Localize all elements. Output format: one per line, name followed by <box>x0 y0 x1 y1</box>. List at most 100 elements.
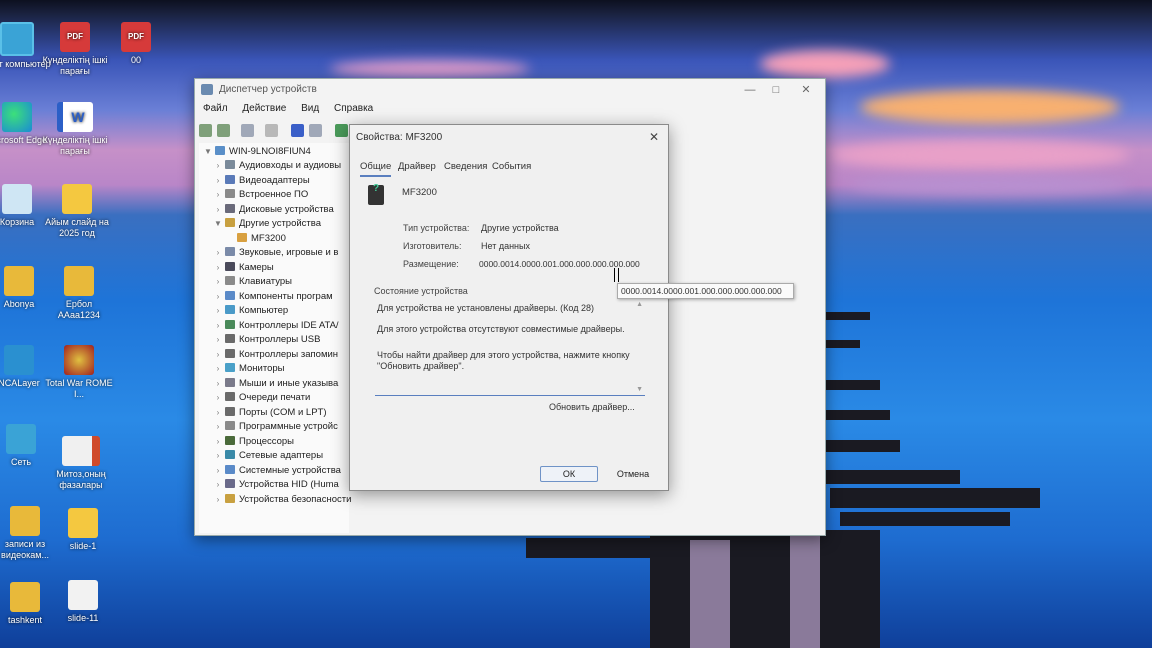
chevron-right-icon[interactable]: › <box>213 391 223 405</box>
menu-help[interactable]: Справка <box>334 103 373 114</box>
chevron-right-icon[interactable]: › <box>213 377 223 391</box>
chevron-right-icon[interactable]: › <box>213 319 223 333</box>
tab-driver[interactable]: Драйвер <box>398 159 436 175</box>
tree-root[interactable]: ▼ WIN-9LNOI8FIUN4 <box>203 145 353 159</box>
show-hide-icon[interactable] <box>265 124 278 137</box>
tree-category[interactable]: › Процессоры <box>213 435 363 449</box>
folder-icon <box>64 266 94 296</box>
tree-category[interactable]: ▼ Другие устройства <box>213 217 363 231</box>
chevron-right-icon[interactable]: › <box>213 406 223 420</box>
cancel-button[interactable]: Отмена <box>604 466 662 482</box>
minimize-button[interactable]: — <box>737 81 763 99</box>
desktop-icon-slide-2025[interactable]: Айым слайд на 2025 год <box>42 184 112 239</box>
desktop-icon-pdf-00[interactable]: PDF 00 <box>101 22 171 66</box>
tree-root-label: WIN-9LNOI8FIUN4 <box>229 146 311 157</box>
chevron-right-icon[interactable]: › <box>213 333 223 347</box>
forward-icon[interactable] <box>217 124 230 137</box>
tree-item-label: Устройства безопасности <box>239 493 352 505</box>
chevron-right-icon[interactable]: › <box>213 188 223 202</box>
tree-category[interactable]: › Устройства безопасности <box>213 493 363 507</box>
chevron-right-icon[interactable]: › <box>213 174 223 188</box>
menu-action[interactable]: Действие <box>242 103 286 114</box>
chevron-right-icon[interactable]: › <box>213 449 223 463</box>
chevron-down-icon[interactable]: ▼ <box>203 145 213 159</box>
tree-category[interactable]: › Контроллеры USB <box>213 333 363 347</box>
close-icon[interactable]: ✕ <box>646 129 662 145</box>
desktop-icon-erbol[interactable]: Ербол ААаа1234 <box>44 266 114 321</box>
properties-icon[interactable] <box>241 124 254 137</box>
menu-view[interactable]: Вид <box>301 103 319 114</box>
tree-category[interactable]: › Встроенное ПО <box>213 188 363 202</box>
tree-item-label: Аудиовходы и аудиовы <box>239 160 342 171</box>
chevron-right-icon[interactable]: › <box>213 290 223 304</box>
tree-category[interactable]: › Мыши и иные указыва <box>213 377 363 391</box>
tree-category[interactable]: › Звуковые, игровые и в <box>213 246 363 260</box>
chevron-right-icon[interactable]: › <box>213 246 223 260</box>
tree-category[interactable]: › Дисковые устройства <box>213 203 363 217</box>
update-driver-button[interactable]: Обновить драйвер... <box>543 400 641 414</box>
category-icon <box>225 450 235 459</box>
close-button[interactable]: ✕ <box>793 81 819 99</box>
desktop-icon-slide-1[interactable]: slide-1 <box>48 508 118 552</box>
chevron-right-icon[interactable]: › <box>213 478 223 492</box>
category-icon <box>225 406 235 416</box>
chevron-right-icon[interactable]: › <box>213 304 223 318</box>
cloud <box>330 60 530 78</box>
tree-item-label: Компьютер <box>239 305 289 316</box>
back-icon[interactable] <box>199 124 212 137</box>
desktop-icon-pdf[interactable]: PDF Күнделіктің ішкі парағы <box>40 22 110 77</box>
tree-item-label: Звуковые, игровые и в <box>239 247 339 258</box>
tree-category[interactable]: › Устройства HID (Huma <box>213 478 363 492</box>
tree-category[interactable]: › Программные устройс <box>213 420 363 434</box>
window-title: Диспетчер устройств <box>219 84 317 95</box>
category-icon <box>225 435 235 445</box>
computer-icon <box>215 146 225 155</box>
tree-category[interactable]: › Компоненты програм <box>213 290 363 304</box>
pier-beam <box>820 470 960 484</box>
cloud <box>760 50 890 78</box>
title-bar[interactable]: Диспетчер устройств — □ ✕ <box>195 79 825 101</box>
tree-category[interactable]: › Клавиатуры <box>213 275 363 289</box>
tab-events[interactable]: События <box>492 159 531 175</box>
tab-details[interactable]: Сведения <box>444 159 487 175</box>
tree-category[interactable]: › Компьютер <box>213 304 363 318</box>
tree-category[interactable]: › Системные устройства <box>213 464 363 478</box>
scroll-down-icon[interactable]: ▼ <box>636 386 643 393</box>
chevron-right-icon[interactable]: › <box>213 261 223 275</box>
tree-category[interactable]: › Аудиовходы и аудиовы <box>213 159 363 173</box>
chevron-right-icon[interactable]: › <box>213 435 223 449</box>
tree-category[interactable]: › Камеры <box>213 261 363 275</box>
pier-beam <box>820 340 860 348</box>
maximize-button[interactable]: □ <box>763 81 789 99</box>
tab-general[interactable]: Общие <box>360 159 392 177</box>
chevron-right-icon[interactable]: › <box>213 464 223 478</box>
tree-category[interactable]: › Сетевые адаптеры <box>213 449 363 463</box>
scan-icon[interactable] <box>335 124 348 137</box>
desktop-icon-word[interactable]: W Күнделіктің ішкі парағы <box>40 102 110 157</box>
category-icon <box>225 421 235 430</box>
tree-category[interactable]: › Порты (COM и LPT) <box>213 406 363 420</box>
chevron-right-icon[interactable]: › <box>213 275 223 289</box>
help-icon[interactable] <box>291 124 304 137</box>
chevron-right-icon[interactable]: › <box>213 203 223 217</box>
ok-button[interactable]: ОК <box>540 466 598 482</box>
status-textbox[interactable]: Для устройства не установлены драйверы. … <box>375 301 645 396</box>
chevron-right-icon[interactable]: › <box>213 493 223 507</box>
view-icon[interactable] <box>309 124 322 137</box>
tree-category[interactable]: › Видеоадаптеры <box>213 174 363 188</box>
chevron-right-icon[interactable]: › <box>213 159 223 173</box>
menu-file[interactable]: Файл <box>203 103 228 114</box>
chevron-right-icon[interactable]: › <box>213 348 223 362</box>
desktop-icon-total-war[interactable]: Total War ROME I... <box>44 345 114 400</box>
desktop-icon-slide-11[interactable]: slide-11 <box>48 580 118 624</box>
desktop-icon-mitoz[interactable]: Митоз,оның фазалары <box>46 436 116 491</box>
chevron-right-icon[interactable]: › <box>213 362 223 376</box>
chevron-right-icon[interactable]: › <box>213 420 223 434</box>
category-icon <box>225 479 235 488</box>
chevron-down-icon[interactable]: ▼ <box>213 217 223 231</box>
tree-category[interactable]: › Контроллеры запомин <box>213 348 363 362</box>
tree-category[interactable]: › Очереди печати <box>213 391 363 405</box>
tree-category[interactable]: › Мониторы <box>213 362 363 376</box>
tree-category[interactable]: › Контроллеры IDE ATA/ <box>213 319 363 333</box>
scroll-up-icon[interactable]: ▲ <box>636 301 643 308</box>
